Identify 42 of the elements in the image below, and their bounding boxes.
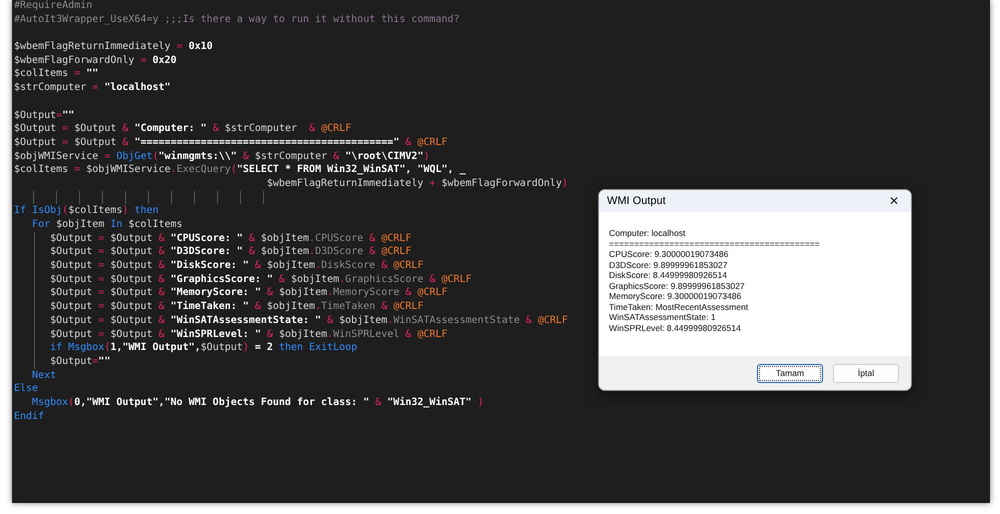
code-line: $Output = $Output & "WinSPRLevel: " & $objItem.WinSPRLevel & @CRLF <box>50 328 448 342</box>
code-line: $Output = $Output & "MemoryScore: " & $objItem.MemoryScore & @CRLF <box>50 286 448 300</box>
message-line: DiskScore: 8.44999980926514 <box>609 270 728 280</box>
comment-line: #AutoIt3Wrapper_UseX64=y ;;;Is there a way to run it without this command? <box>14 12 460 26</box>
code-line: $Output = $Output & "TimeTaken: " & $objItem.TimeTaken & @CRLF <box>50 300 424 314</box>
code-line: Next <box>32 368 56 382</box>
message-line: TimeTaken: MostRecentAssessment <box>609 302 748 312</box>
code-line: $wbemFlagForwardOnly = 0x20 <box>14 54 177 68</box>
code-line: $Output = $Output & "WinSATAssessmentState: " & $objItem.WinSATAssessmentState & @CRLF <box>50 314 568 328</box>
message-line: WinSATAssessmentState: 1 <box>609 312 716 322</box>
code-line: $Output = $Output & "CPUScore: " & $objItem.CPUScore & @CRLF <box>50 232 412 246</box>
code-line: $Output = $Output & "D3DScore: " & $objItem.D3DScore & @CRLF <box>50 245 412 260</box>
message-line: WinSPRLevel: 8.44999980926514 <box>609 322 741 333</box>
comment-line: #RequireAdmin <box>14 0 92 13</box>
code-line: Msgbox(0,"WMI Output","No WMI Objects Found for class: " & "Win32_WinSAT" ) <box>32 396 484 410</box>
code-line: $strComputer = "localhost" <box>14 81 171 95</box>
code-line: $Output = $Output & "GraphicsScore: " & $objItem.GraphicsScore & @CRLF <box>50 272 472 286</box>
close-icon[interactable]: ✕ <box>885 194 903 208</box>
code-line: $wbemFlagReturnImmediately = 0x10 <box>14 40 213 54</box>
code-line: $wbemFlagReturnImmediately + $wbemFlagForwardOnly) <box>266 176 568 191</box>
code-line: $colItems = "" <box>14 67 98 82</box>
dialog-button[interactable]: İptal <box>833 364 899 382</box>
message-line: GraphicsScore: 9.89999961853027 <box>609 280 745 291</box>
message-line: D3DScore: 9.89999961853027 <box>609 260 728 270</box>
code-line: $Output="" <box>14 108 74 122</box>
message-line: ========================================== <box>609 238 820 249</box>
message-line: Computer: localhost <box>609 228 686 238</box>
code-line: Endif <box>14 410 44 424</box>
code-line: $objWMIService = ObjGet("winmgmts:\\" & $strComputer & "\root\CIMV2") <box>14 150 430 164</box>
code-line: $Output="" <box>50 354 110 369</box>
code-line: $Output = $Output & "Computer: " & $strComputer & @CRLF <box>14 122 352 136</box>
dialog-button[interactable]: Tamam <box>757 364 823 382</box>
code-line: if Msgbox(1,"WMI Output",$Output) = 2 then ExitLoop <box>50 341 358 355</box>
code-line: $Output = $Output & "==========================================" & @CRLF <box>14 136 448 150</box>
code-line: $colItems = $objWMIService.ExecQuery("SELECT * FROM Win32_WinSAT", "WQL", _ <box>14 163 466 177</box>
code-line: If IsObj($colItems) then <box>14 204 159 218</box>
message-line: CPUScore: 9.30000019073486 <box>609 249 728 260</box>
code-line: Else <box>14 382 38 396</box>
code-line: $Output = $Output & "DiskScore: " & $objItem.DiskScore & @CRLF <box>50 259 424 273</box>
message-line: MemoryScore: 9.30000019073486 <box>609 291 742 302</box>
code-line: For $objItem In $colItems <box>32 218 183 232</box>
dialog-title: WMI Output <box>607 195 666 207</box>
